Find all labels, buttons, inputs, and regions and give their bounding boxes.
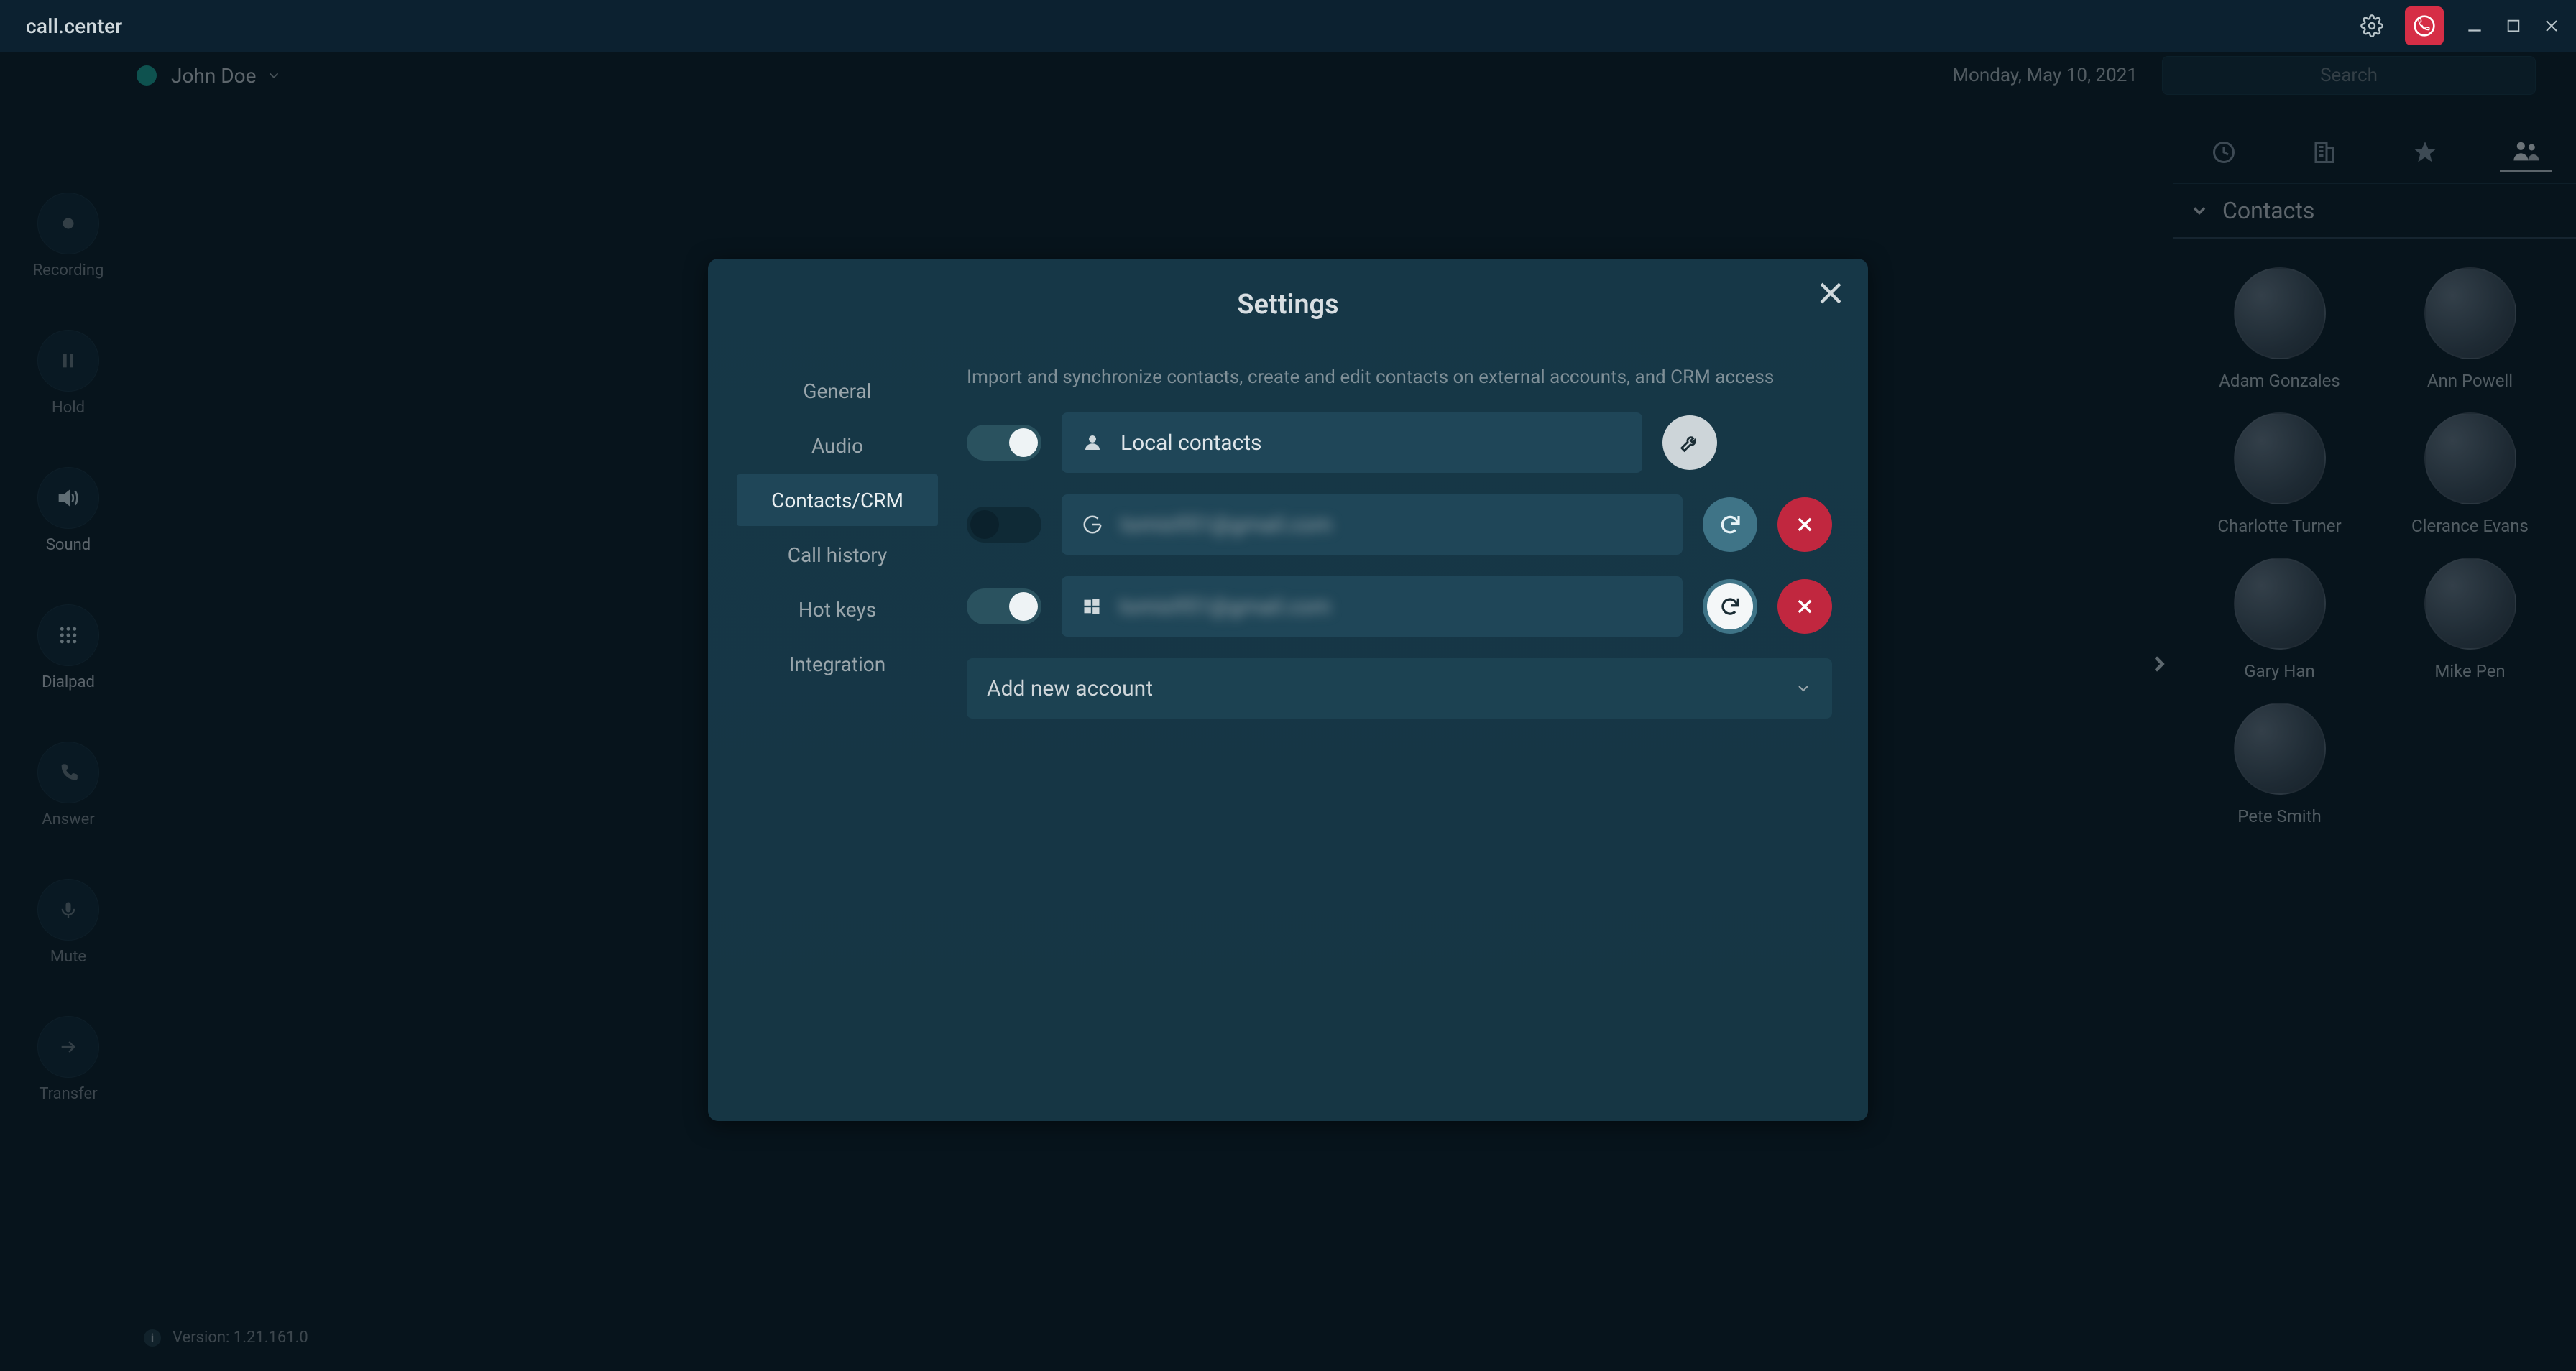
account-box[interactable]: tomis951@gmail.com bbox=[1062, 494, 1683, 555]
toggle-local[interactable] bbox=[967, 425, 1041, 461]
account-label: tomis951@gmail.com bbox=[1119, 594, 1330, 619]
tab-contacts-crm[interactable]: Contacts/CRM bbox=[737, 474, 938, 526]
window-minimize-button[interactable] bbox=[2465, 17, 2484, 35]
tab-general[interactable]: General bbox=[737, 365, 938, 417]
configure-button[interactable] bbox=[1662, 415, 1717, 470]
account-row-google: tomis951@gmail.com bbox=[967, 494, 1832, 555]
account-row-local: Local contacts bbox=[967, 412, 1832, 473]
sync-button[interactable] bbox=[1703, 579, 1757, 634]
google-icon bbox=[1082, 514, 1103, 535]
titlebar: call.center bbox=[0, 0, 2576, 52]
close-button[interactable] bbox=[1815, 277, 1846, 309]
tab-hot-keys[interactable]: Hot keys bbox=[737, 583, 938, 635]
settings-tabs: General Audio Contacts/CRM Call history … bbox=[737, 346, 938, 719]
app-title: call.center bbox=[26, 14, 122, 38]
tab-call-history[interactable]: Call history bbox=[737, 529, 938, 581]
settings-modal: Settings General Audio Contacts/CRM Call… bbox=[708, 259, 1868, 1121]
settings-description: Import and synchronize contacts, create … bbox=[967, 366, 1832, 388]
modal-title: Settings bbox=[737, 289, 1839, 320]
gear-icon[interactable] bbox=[2360, 14, 2383, 37]
person-icon bbox=[1082, 432, 1103, 453]
tab-integration[interactable]: Integration bbox=[737, 638, 938, 690]
window-close-button[interactable] bbox=[2543, 17, 2560, 34]
sync-button[interactable] bbox=[1703, 497, 1757, 552]
account-label: tomis951@gmail.com bbox=[1121, 512, 1332, 537]
account-label: Local contacts bbox=[1121, 430, 1262, 456]
delete-button[interactable] bbox=[1777, 579, 1832, 634]
delete-button[interactable] bbox=[1777, 497, 1832, 552]
add-account-button[interactable]: Add new account bbox=[967, 658, 1832, 719]
chevron-down-icon bbox=[1795, 680, 1812, 697]
windows-icon bbox=[1082, 596, 1102, 617]
account-row-windows: tomis951@gmail.com bbox=[967, 576, 1832, 637]
account-box[interactable]: Local contacts bbox=[1062, 412, 1642, 473]
toggle-google[interactable] bbox=[967, 507, 1041, 543]
toggle-windows[interactable] bbox=[967, 588, 1041, 624]
account-box[interactable]: tomis951@gmail.com bbox=[1062, 576, 1683, 637]
phone-status-button[interactable] bbox=[2405, 6, 2444, 45]
add-account-label: Add new account bbox=[987, 676, 1153, 701]
tab-audio[interactable]: Audio bbox=[737, 420, 938, 471]
window-maximize-button[interactable] bbox=[2506, 18, 2521, 34]
settings-content: Import and synchronize contacts, create … bbox=[938, 346, 1839, 719]
